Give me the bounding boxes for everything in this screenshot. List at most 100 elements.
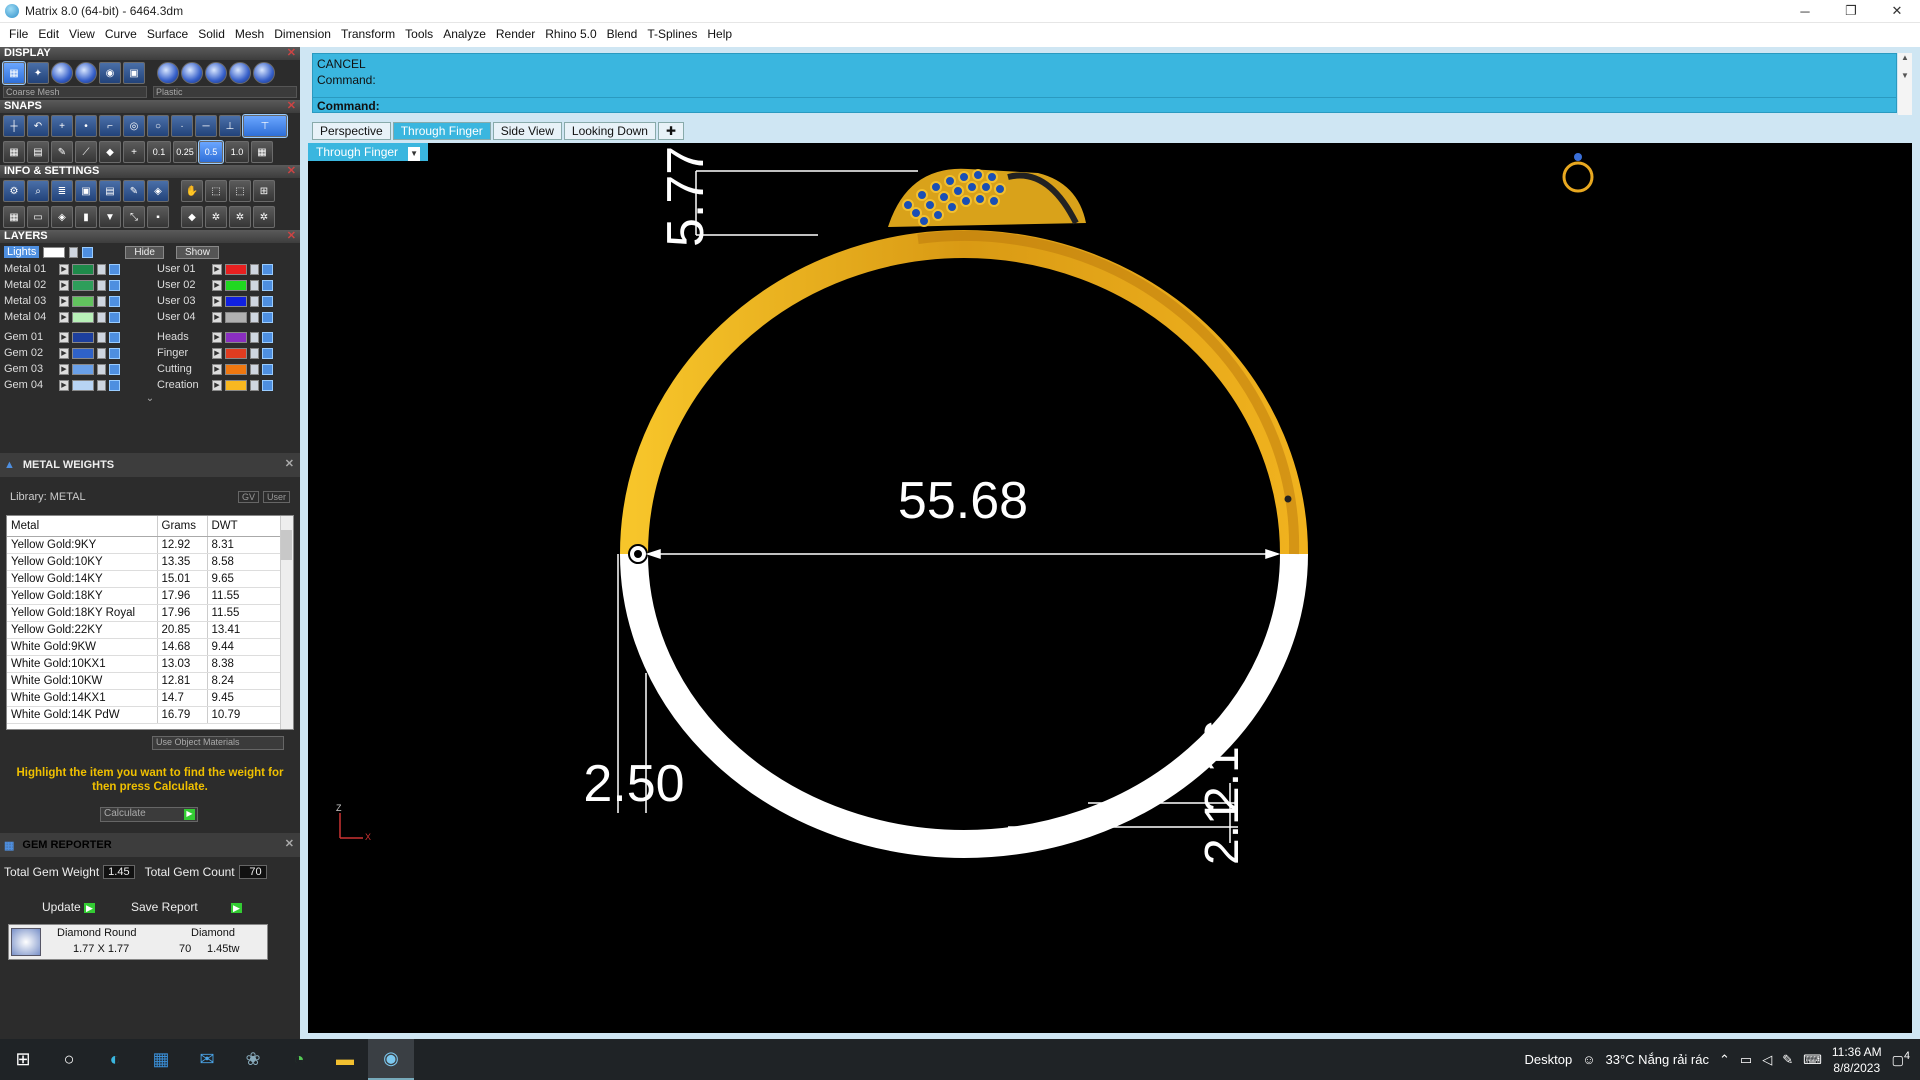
circle-snap-icon[interactable]: ○ <box>147 115 169 137</box>
wireframe-icon[interactable]: ▦ <box>2 61 26 85</box>
layer-color-swatch[interactable] <box>225 279 247 291</box>
close-icon[interactable]: ✕ <box>285 837 294 850</box>
layer-row[interactable]: User 04 ▶ <box>157 309 296 325</box>
sphere-1-icon[interactable] <box>157 62 179 84</box>
tab-side-view[interactable]: Side View <box>492 122 562 140</box>
sphere-2-icon[interactable] <box>181 62 203 84</box>
sphere-3-icon[interactable] <box>205 62 227 84</box>
matrix-app-icon[interactable]: ◉ <box>368 1039 414 1080</box>
layer-row[interactable]: Heads ▶ <box>157 329 296 345</box>
ghost-icon[interactable]: ✦ <box>27 62 49 84</box>
expand-arrow-icon[interactable]: ▶ <box>212 295 222 307</box>
snap-value-3[interactable]: 0.5 <box>198 140 224 164</box>
layer-color-swatch[interactable] <box>72 295 94 307</box>
tab-perspective[interactable]: Perspective <box>312 122 391 140</box>
layer-color-swatch[interactable] <box>72 311 94 323</box>
viewport-name[interactable]: Through Finger ▼ <box>308 143 429 161</box>
close-icon[interactable]: ✕ <box>287 165 296 178</box>
expand-arrow-icon[interactable]: ▶ <box>212 363 222 375</box>
lock-icon[interactable] <box>97 363 106 375</box>
notification-icon[interactable]: ▢4 <box>1892 1050 1910 1068</box>
use-object-materials[interactable]: Use Object Materials <box>152 736 284 750</box>
close-icon[interactable]: ✕ <box>285 457 294 470</box>
expand-arrow-icon[interactable]: ▶ <box>212 263 222 275</box>
snap-value-1[interactable]: 0.1 <box>147 141 171 163</box>
visibility-toggle[interactable] <box>262 295 273 307</box>
mid-snap-icon[interactable]: · <box>171 115 193 137</box>
menu-rhino[interactable]: Rhino 5.0 <box>540 27 601 41</box>
visibility-toggle[interactable] <box>262 379 273 391</box>
windows-start-icon[interactable]: ⊞ <box>0 1039 46 1080</box>
visibility-toggle[interactable] <box>109 311 120 323</box>
menu-mesh[interactable]: Mesh <box>230 27 269 41</box>
close-button[interactable]: ✕ <box>1874 0 1920 22</box>
curve-snap-icon[interactable]: ↶ <box>27 115 49 137</box>
layer-color-swatch[interactable] <box>225 379 247 391</box>
layers-stack-icon[interactable]: ≣ <box>51 180 73 202</box>
layer-color-swatch[interactable] <box>72 331 94 343</box>
hand-icon[interactable]: ✋ <box>181 180 203 202</box>
table-row[interactable]: White Gold:10KW 12.81 8.24 <box>7 672 281 690</box>
filter-icon[interactable]: ▼ <box>99 206 121 228</box>
visibility-toggle[interactable] <box>109 331 120 343</box>
diamond-icon[interactable]: ◆ <box>99 141 121 163</box>
edit-icon[interactable]: ✎ <box>123 180 145 202</box>
zoom-icon[interactable]: ⌕ <box>27 180 49 202</box>
sphere-4-icon[interactable] <box>229 62 251 84</box>
lock-icon[interactable] <box>97 263 106 275</box>
lock-icon[interactable] <box>250 295 259 307</box>
layer-color-swatch[interactable] <box>225 295 247 307</box>
save-icon[interactable]: ▪ <box>147 206 169 228</box>
visibility-toggle[interactable] <box>262 263 273 275</box>
mail-icon[interactable]: ✉ <box>184 1039 230 1080</box>
align-icon[interactable]: ⊞ <box>253 180 275 202</box>
snap-value-2[interactable]: 0.25 <box>173 141 197 163</box>
box-icon[interactable]: ▣ <box>75 180 97 202</box>
close-icon[interactable]: ✕ <box>287 100 296 113</box>
mesh-select[interactable]: Coarse Mesh <box>3 86 147 98</box>
viewport[interactable]: 55.68 5.77 2.50 2.16 2.1 Z X <box>308 143 1912 1033</box>
expand-arrow-icon[interactable]: ▶ <box>59 379 69 391</box>
scroll-thumb[interactable] <box>281 530 292 560</box>
restore-button[interactable]: ❐ <box>1828 0 1874 22</box>
visibility-toggle[interactable] <box>109 295 120 307</box>
folder-icon[interactable]: ▬ <box>322 1039 368 1080</box>
lock-icon[interactable] <box>97 279 106 291</box>
table-row[interactable]: Yellow Gold:18KY Royal 17.96 11.55 <box>7 604 281 622</box>
grid-snap-icon[interactable]: ┼ <box>3 115 25 137</box>
expand-arrow-icon[interactable]: ▶ <box>59 347 69 359</box>
visibility-toggle[interactable] <box>262 279 273 291</box>
save-report-button[interactable]: Save Report ▶ <box>131 900 242 914</box>
layer-row[interactable]: User 02 ▶ <box>157 277 296 293</box>
layer-row[interactable]: Metal 04 ▶ <box>4 309 143 325</box>
gv-toggle[interactable]: GV <box>237 491 259 503</box>
gem-card[interactable]: Diamond Round 1.77 X 1.77 Diamond 70 1.4… <box>8 924 268 960</box>
col-dwt[interactable]: DWT <box>207 516 281 537</box>
layer-color-swatch[interactable] <box>225 363 247 375</box>
lock-icon[interactable] <box>97 295 106 307</box>
keyboard-icon[interactable]: ⌨ <box>1803 1052 1822 1068</box>
lights-swatch[interactable] <box>43 246 66 258</box>
expand-arrow-icon[interactable]: ▶ <box>59 279 69 291</box>
layer-row[interactable]: Finger ▶ <box>157 345 296 361</box>
menu-analyze[interactable]: Analyze <box>438 27 491 41</box>
calculate-button[interactable]: Calculate ▶ <box>100 807 198 822</box>
panel-icon[interactable]: ▮ <box>75 206 97 228</box>
layer-row[interactable]: Gem 01 ▶ <box>4 329 143 345</box>
lock-icon[interactable] <box>69 246 79 258</box>
menu-surface[interactable]: Surface <box>142 27 193 41</box>
visibility-toggle[interactable] <box>109 363 120 375</box>
close-icon[interactable]: ✕ <box>287 47 296 60</box>
expand-arrow-icon[interactable]: ▶ <box>212 331 222 343</box>
layer-color-swatch[interactable] <box>225 331 247 343</box>
store-icon[interactable]: ▦ <box>138 1039 184 1080</box>
tab-looking-down[interactable]: Looking Down <box>563 122 656 140</box>
table-row[interactable]: White Gold:14K PdW 16.79 10.79 <box>7 706 281 724</box>
table-row[interactable]: Yellow Gold:18KY 17.96 11.55 <box>7 587 281 605</box>
rendered-icon[interactable] <box>75 62 97 84</box>
menu-dimension[interactable]: Dimension <box>269 27 336 41</box>
edge-icon[interactable]: ◐ <box>92 1039 138 1080</box>
shaded-icon[interactable] <box>51 62 73 84</box>
menu-blend[interactable]: Blend <box>602 27 643 41</box>
layer-color-swatch[interactable] <box>225 263 247 275</box>
